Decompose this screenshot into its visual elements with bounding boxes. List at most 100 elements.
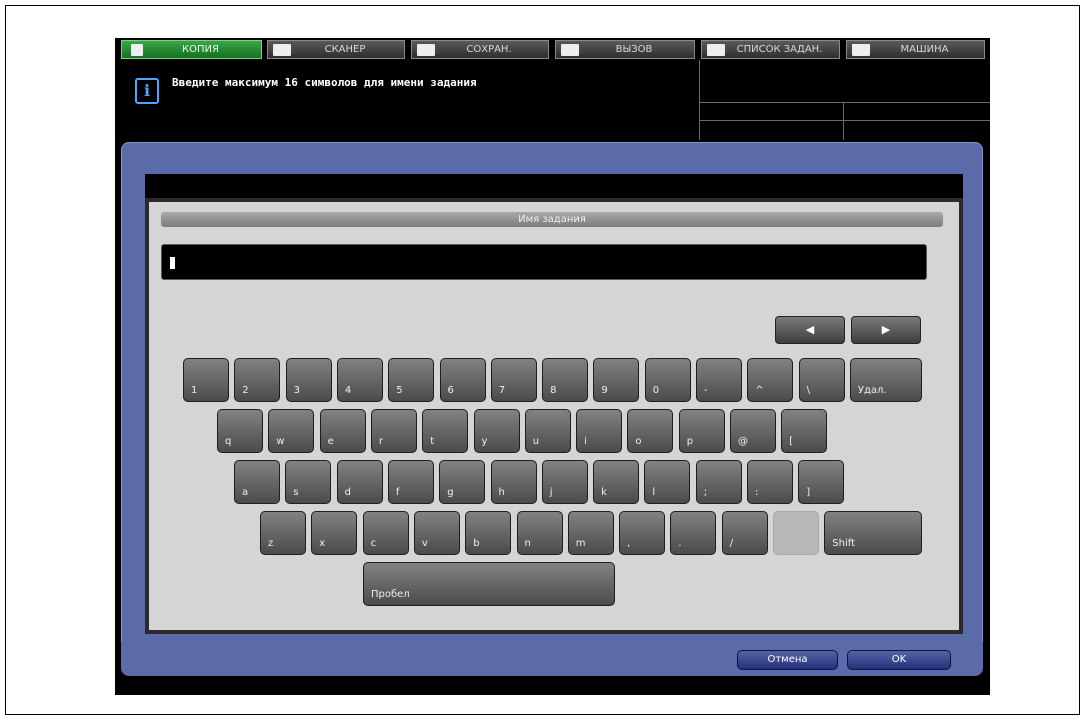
key-label: s xyxy=(293,487,299,498)
key-row4-9[interactable]: / xyxy=(721,511,768,555)
dialog-header-band xyxy=(145,174,963,198)
key-row3-7[interactable]: k xyxy=(593,460,640,504)
key-label: 4 xyxy=(344,385,352,396)
key-7[interactable]: 8 xyxy=(542,358,589,402)
key-row2-7[interactable]: i xyxy=(576,409,623,453)
key-label: r xyxy=(378,436,384,447)
key-row2-5[interactable]: y xyxy=(473,409,520,453)
mode-tabs: КОПИЯ СКАНЕР СОХРАН. ВЫЗОВ СПИСОК ЗАДАН.… xyxy=(115,38,990,60)
key-label: h xyxy=(498,487,505,498)
job-name-input[interactable] xyxy=(161,244,927,280)
key-4[interactable]: 5 xyxy=(388,358,435,402)
key-1[interactable]: 2 xyxy=(234,358,281,402)
key-row2-9[interactable]: p xyxy=(678,409,725,453)
key-row4-4[interactable]: b xyxy=(465,511,512,555)
key-row2-1[interactable]: w xyxy=(268,409,315,453)
key-row4-0[interactable]: z xyxy=(260,511,306,555)
key-label: 0 xyxy=(652,385,660,396)
key-label: k xyxy=(601,487,607,498)
tab-scanner[interactable]: СКАНЕР xyxy=(267,40,405,59)
key-2[interactable]: 3 xyxy=(285,358,332,402)
key-label: ^ xyxy=(755,385,764,396)
key-label: d xyxy=(344,487,351,498)
key-row4-6[interactable]: m xyxy=(567,511,614,555)
key-label: f xyxy=(395,487,400,498)
key-row2-4[interactable]: t xyxy=(422,409,469,453)
key-row3-4[interactable]: g xyxy=(439,460,486,504)
key-label: c xyxy=(370,538,377,549)
key-label: y xyxy=(481,436,488,447)
key-label: : xyxy=(755,487,759,498)
key-row4-1[interactable]: x xyxy=(311,511,358,555)
key-3[interactable]: 4 xyxy=(336,358,383,402)
message-area: i Введите максимум 16 символов для имени… xyxy=(115,60,698,140)
key-row3-10[interactable]: : xyxy=(747,460,793,504)
key-row4-2[interactable]: c xyxy=(362,511,409,555)
tab-copy[interactable]: КОПИЯ xyxy=(121,40,262,59)
space-key[interactable]: Пробел xyxy=(363,562,615,606)
key-label: \ xyxy=(806,385,810,396)
key-label: m xyxy=(575,538,586,549)
key-label: x xyxy=(319,538,326,549)
divider xyxy=(843,102,844,140)
key-label: ; xyxy=(703,487,708,498)
key-label: 3 xyxy=(293,385,300,396)
tab-job-list[interactable]: СПИСОК ЗАДАН. xyxy=(701,40,840,59)
key-6[interactable]: 7 xyxy=(490,358,537,402)
key-row4-5[interactable]: n xyxy=(516,511,563,555)
key-row2-8[interactable]: o xyxy=(627,409,674,453)
key-10[interactable]: - xyxy=(696,358,742,402)
key-row2-2[interactable]: e xyxy=(319,409,366,453)
key-row3-3[interactable]: f xyxy=(387,460,434,504)
key-row4-8[interactable]: . xyxy=(670,511,717,555)
key-label: o xyxy=(635,436,642,447)
key-row2-3[interactable]: r xyxy=(370,409,417,453)
tab-save[interactable]: СОХРАН. xyxy=(411,40,549,59)
divider xyxy=(699,120,990,121)
key-row3-8[interactable]: l xyxy=(644,460,691,504)
key-label: 1 xyxy=(191,385,198,396)
delete-key[interactable]: Удал. xyxy=(849,358,922,402)
key-row3-2[interactable]: d xyxy=(336,460,383,504)
message-text: Введите максимум 16 символов для имени з… xyxy=(172,76,477,89)
key-label: 6 xyxy=(447,385,454,396)
tab-machine[interactable]: МАШИНА xyxy=(846,40,985,59)
key-11[interactable]: ^ xyxy=(747,358,794,402)
key-row3-6[interactable]: j xyxy=(541,460,588,504)
tab-label: СОХРАН. xyxy=(466,44,512,55)
tab-label: СКАНЕР xyxy=(324,44,366,55)
key-row3-5[interactable]: h xyxy=(490,460,537,504)
key-0[interactable]: 1 xyxy=(183,358,229,402)
key-row4-3[interactable]: v xyxy=(413,511,460,555)
key-row3-0[interactable]: a xyxy=(234,460,280,504)
cursor-left-button[interactable]: ◀ xyxy=(775,316,845,344)
divider xyxy=(699,102,990,103)
key-8[interactable]: 9 xyxy=(593,358,640,402)
key-label: . xyxy=(678,538,682,549)
key-row4-7[interactable]: , xyxy=(619,511,666,555)
key-row3-11[interactable]: ] xyxy=(798,460,845,504)
key-row2-6[interactable]: u xyxy=(524,409,571,453)
key-label: a xyxy=(242,487,249,498)
key-label: g xyxy=(447,487,454,498)
key-label: Пробел xyxy=(371,589,410,600)
key-row2-0[interactable]: q xyxy=(217,409,263,453)
key-row3-9[interactable]: ; xyxy=(695,460,742,504)
key-9[interactable]: 0 xyxy=(644,358,691,402)
key-12[interactable]: \ xyxy=(798,358,845,402)
cancel-button[interactable]: Отмена xyxy=(737,650,838,670)
key-row3-1[interactable]: s xyxy=(285,460,332,504)
key-row2-10[interactable]: @ xyxy=(730,409,776,453)
cursor-right-button[interactable]: ▶ xyxy=(851,316,921,344)
ok-button[interactable]: OK xyxy=(847,650,951,670)
printer-screen: КОПИЯ СКАНЕР СОХРАН. ВЫЗОВ СПИСОК ЗАДАН.… xyxy=(115,38,990,695)
key-label: Shift xyxy=(832,538,856,549)
key-5[interactable]: 6 xyxy=(439,358,486,402)
key-label: n xyxy=(524,538,531,549)
key-label: - xyxy=(704,385,708,396)
blank-key[interactable] xyxy=(773,511,819,555)
key-row2-11[interactable]: [ xyxy=(781,409,828,453)
shift-key[interactable]: Shift xyxy=(824,511,923,555)
key-label: z xyxy=(268,538,274,549)
tab-recall[interactable]: ВЫЗОВ xyxy=(555,40,695,59)
